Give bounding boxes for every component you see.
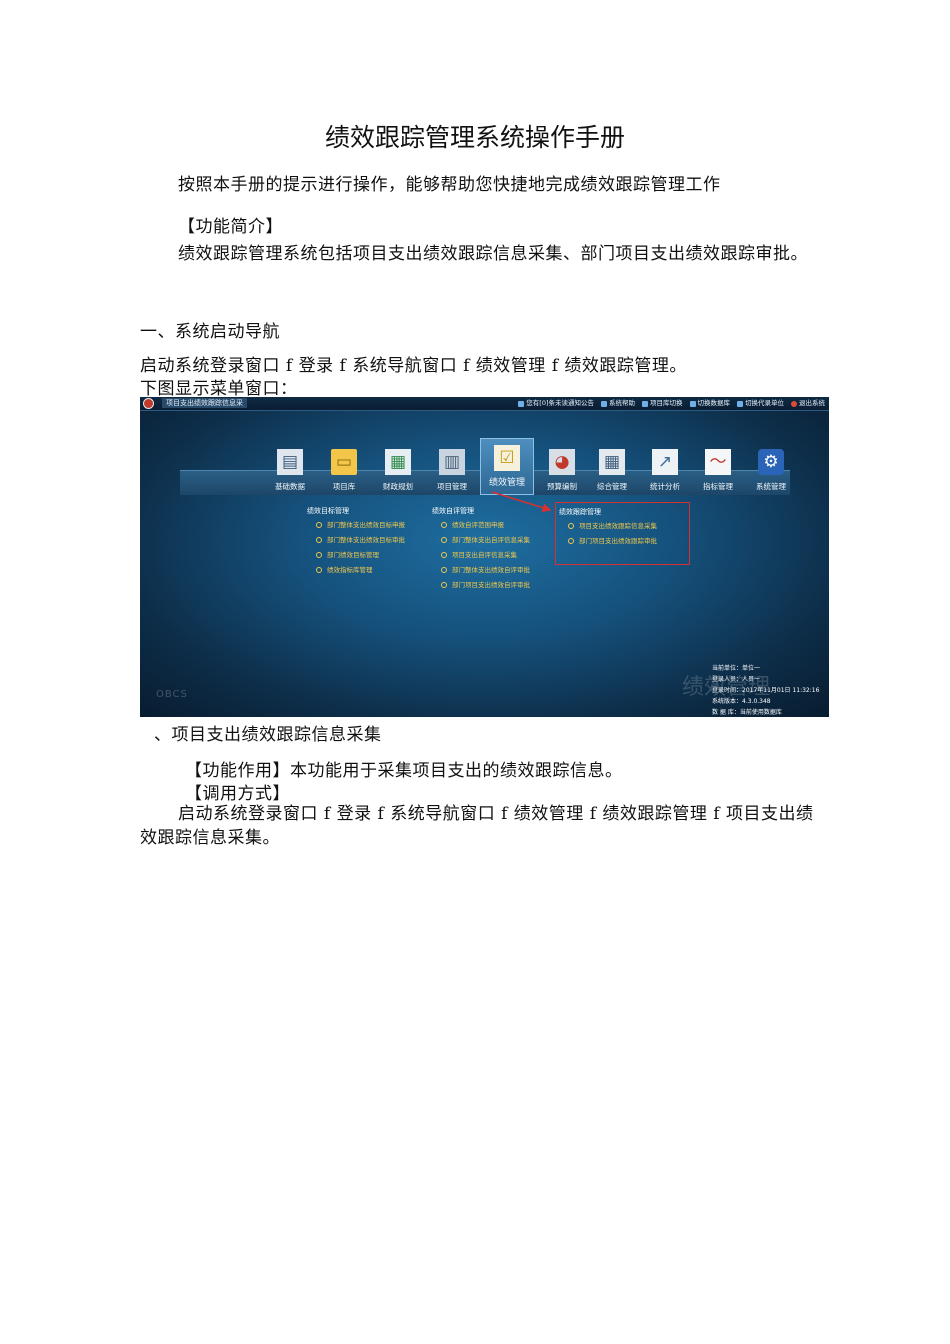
section-1-caption: 下图显示菜单窗口：: [140, 379, 298, 399]
document-title: 绩效跟踪管理系统操作手册: [324, 123, 625, 152]
section-2-heading: 、项目支出绩效跟踪信息采集: [154, 725, 382, 745]
status-database: 数 据 库：当前使用数据库: [712, 709, 782, 716]
status-user: 登录人员：人员一: [712, 676, 761, 683]
call-heading: 【调用方式】: [185, 784, 290, 804]
status-login-time: 登录时间：2017年11月01日 11:32:16: [712, 687, 820, 694]
call-paragraph: 启动系统登录窗口 f 登录 f 系统导航窗口 f 绩效管理 f 绩效跟踪管理 f…: [140, 804, 814, 848]
status-unit: 当前单位：单位一: [712, 665, 761, 672]
intro-paragraph: 按照本手册的提示进行操作，能够帮助您快捷地完成绩效跟踪管理工作: [178, 175, 721, 195]
role-paragraph: 【功能作用】本功能用于采集项目支出的绩效跟踪信息。: [185, 761, 623, 781]
section-1-path: 启动系统登录窗口 f 登录 f 系统导航窗口 f 绩效管理 f 绩效跟踪管理。: [140, 356, 687, 376]
function-paragraph: 绩效跟踪管理系统包括项目支出绩效跟踪信息采集、部门项目支出绩效跟踪审批。: [178, 244, 808, 264]
menu-window-screenshot: 项目支出绩效跟踪信息采 您有[0]条未读通知公告 系统帮助 项目库切换 切换数据…: [140, 397, 829, 717]
function-heading: 【功能简介】: [178, 217, 283, 237]
section-1-heading: 一、系统启动导航: [140, 322, 280, 342]
status-version: 系统版本：4.3.0.348: [712, 698, 771, 705]
brand-mark: OBCS: [156, 689, 188, 700]
